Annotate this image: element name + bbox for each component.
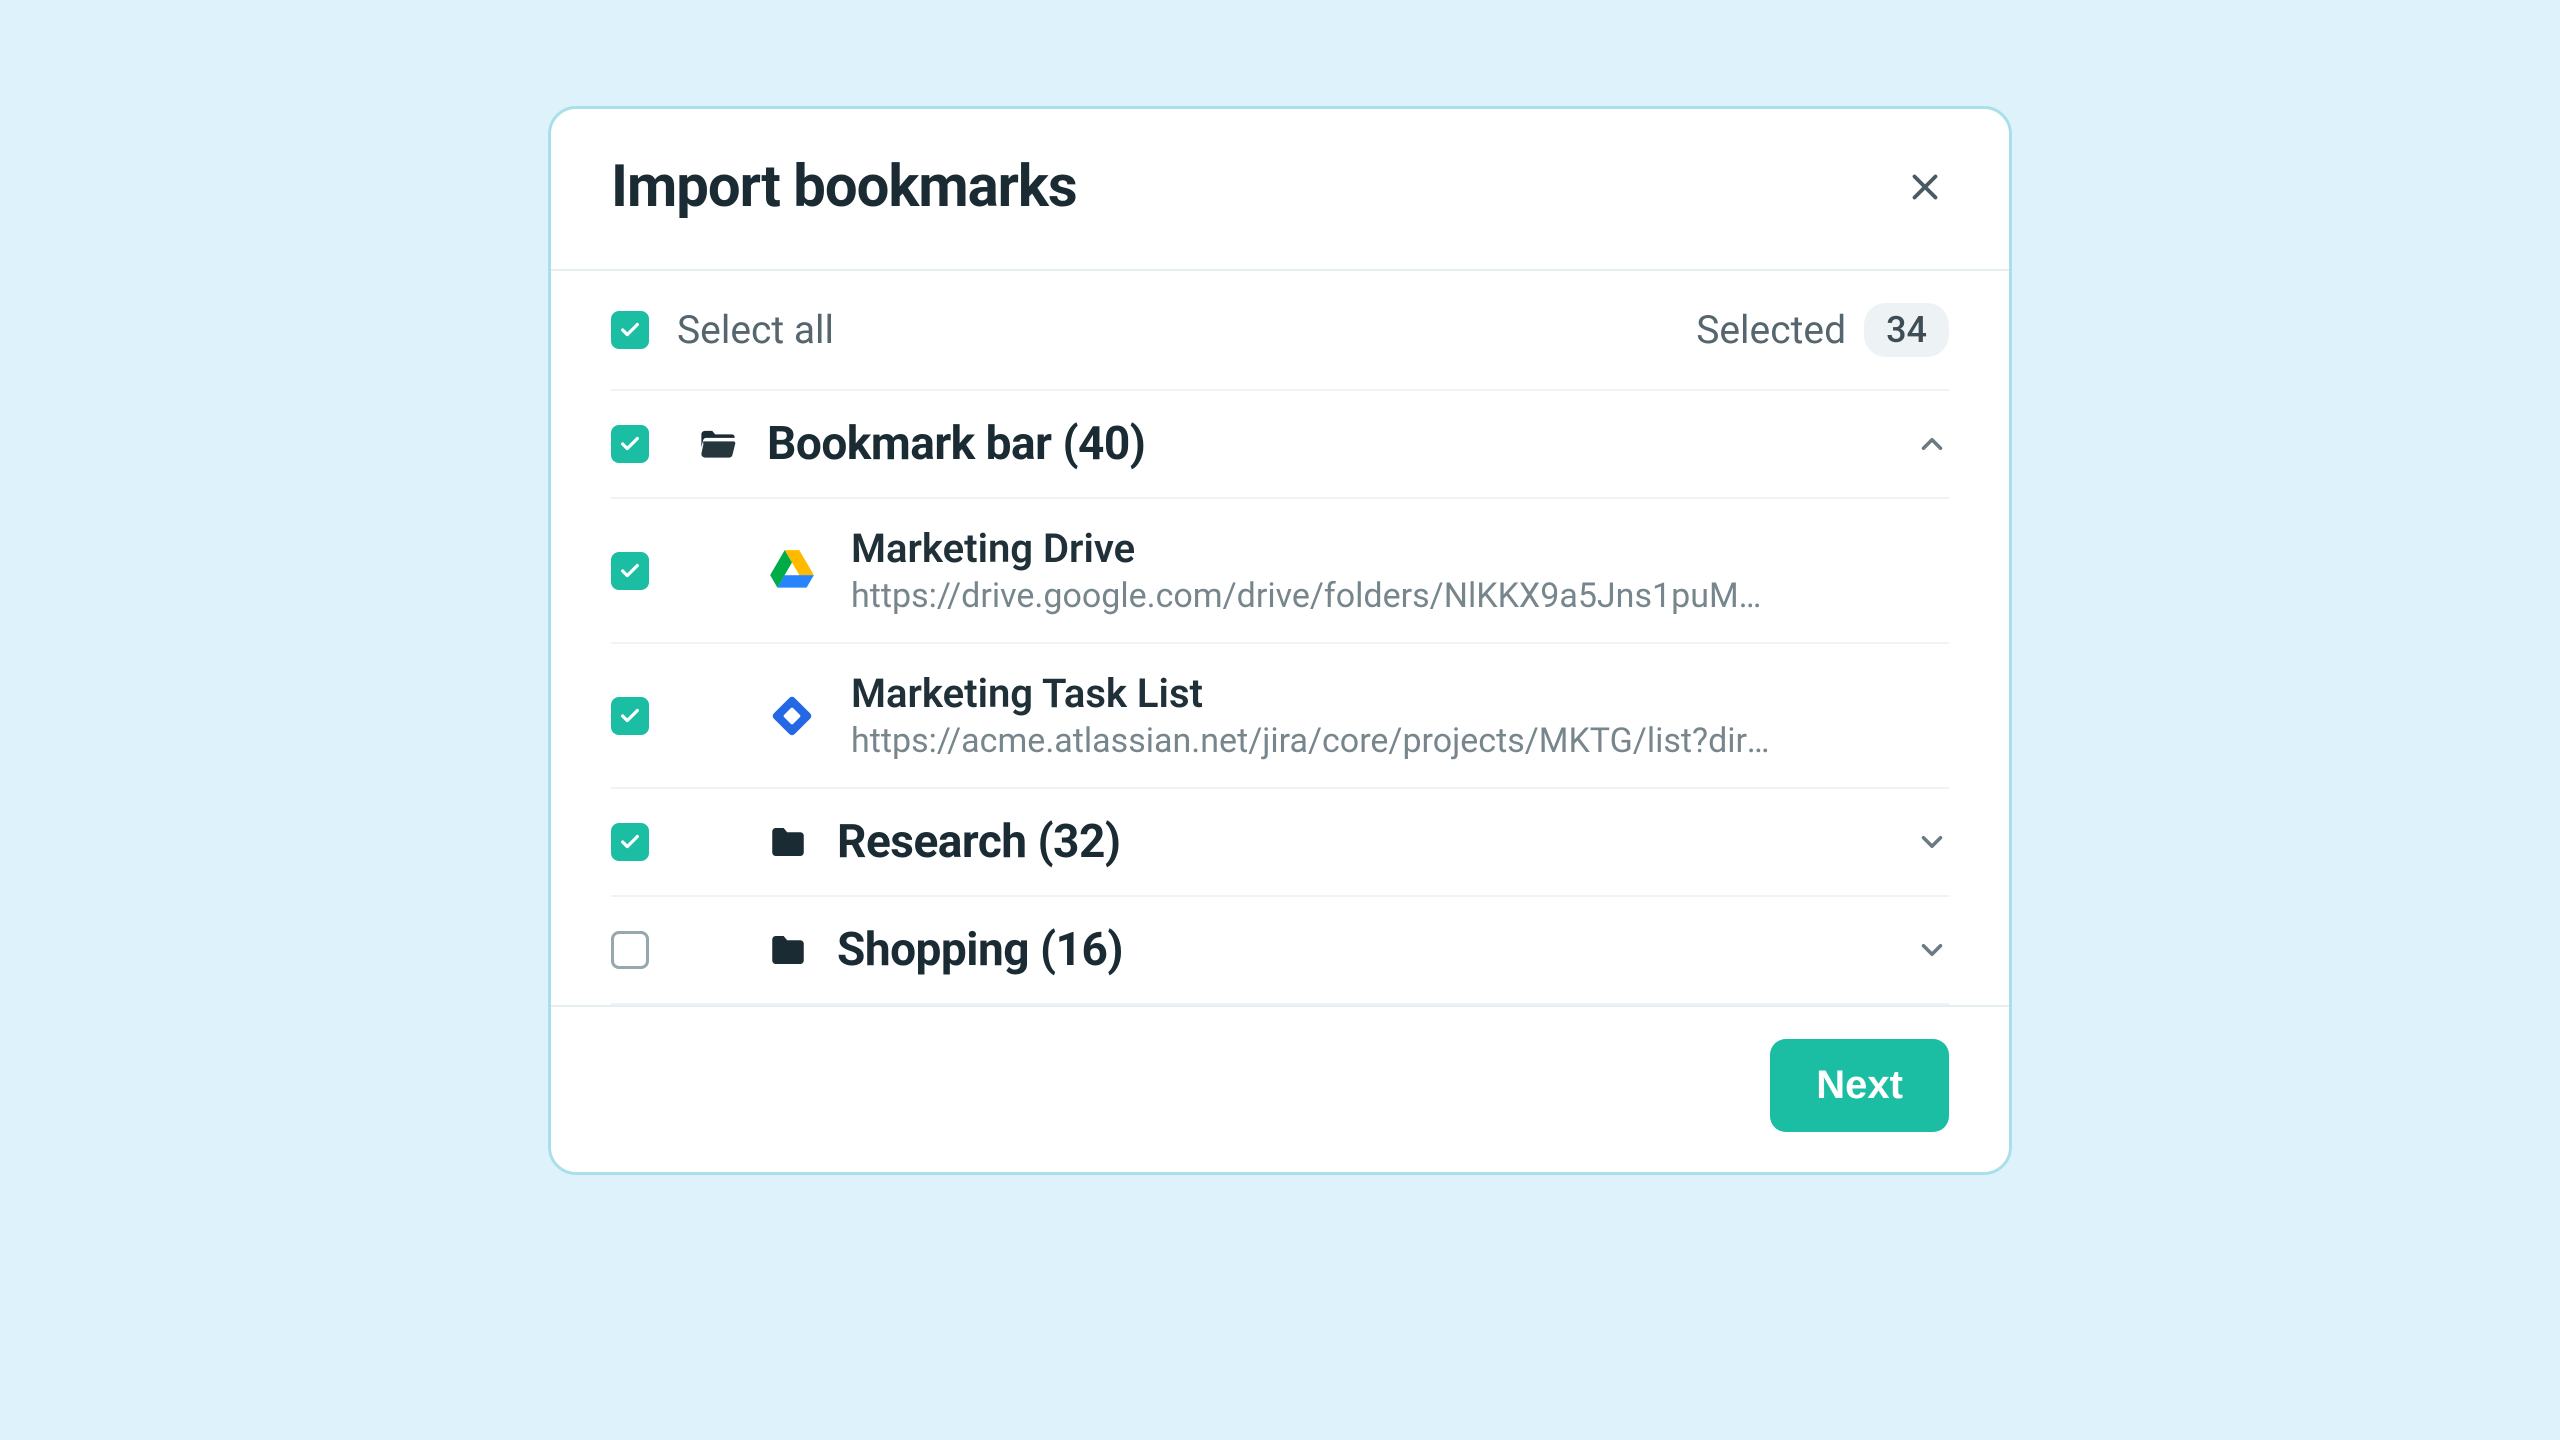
bookmark-title: Marketing Drive	[851, 525, 1771, 572]
folder-label: Shopping (16)	[837, 923, 1123, 977]
folder-row-bookmark-bar[interactable]: Bookmark bar (40)	[611, 389, 1949, 497]
dialog-header: Import bookmarks	[551, 109, 2009, 271]
dialog-title: Import bookmarks	[611, 153, 1077, 221]
bookmark-url: https://drive.google.com/drive/folders/N…	[851, 576, 1771, 616]
select-all-checkbox[interactable]	[611, 311, 649, 349]
folder-row-research[interactable]: Research (32)	[611, 787, 1949, 895]
selected-count-badge: 34	[1864, 303, 1949, 357]
checkbox-marketing-drive[interactable]	[611, 552, 649, 590]
folder-label: Research (32)	[837, 815, 1121, 869]
check-icon	[619, 319, 641, 341]
checkbox-shopping[interactable]	[611, 931, 649, 969]
folder-open-icon	[697, 423, 739, 465]
jira-icon	[767, 691, 817, 741]
folder-row-shopping[interactable]: Shopping (16)	[611, 895, 1949, 1005]
close-icon	[1907, 169, 1943, 205]
dialog-footer: Next	[551, 1005, 2009, 1172]
checkbox-marketing-tasks[interactable]	[611, 697, 649, 735]
bookmark-url: https://acme.atlassian.net/jira/core/pro…	[851, 721, 1771, 761]
check-icon	[619, 433, 641, 455]
chevron-down-icon[interactable]	[1915, 933, 1949, 967]
folder-icon	[767, 929, 809, 971]
bookmark-row-marketing-drive[interactable]: Marketing Drive https://drive.google.com…	[611, 497, 1949, 642]
chevron-up-icon[interactable]	[1915, 427, 1949, 461]
check-icon	[619, 705, 641, 727]
select-all-label: Select all	[677, 307, 834, 353]
chevron-down-icon[interactable]	[1915, 825, 1949, 859]
google-drive-icon	[767, 546, 817, 596]
close-button[interactable]	[1901, 163, 1949, 211]
bookmark-list: Bookmark bar (40) Mark	[551, 389, 2009, 1005]
folder-label: Bookmark bar (40)	[767, 417, 1145, 471]
folder-icon	[767, 821, 809, 863]
next-button[interactable]: Next	[1770, 1039, 1949, 1132]
bookmark-title: Marketing Task List	[851, 670, 1771, 717]
bookmark-row-marketing-tasks[interactable]: Marketing Task List https://acme.atlassi…	[611, 642, 1949, 787]
select-all-row: Select all Selected 34	[551, 271, 2009, 389]
checkbox-research[interactable]	[611, 823, 649, 861]
import-bookmarks-dialog: Import bookmarks Select all Selected 34	[548, 106, 2012, 1175]
check-icon	[619, 560, 641, 582]
check-icon	[619, 831, 641, 853]
selected-label: Selected	[1696, 307, 1846, 353]
checkbox-bookmark-bar[interactable]	[611, 425, 649, 463]
